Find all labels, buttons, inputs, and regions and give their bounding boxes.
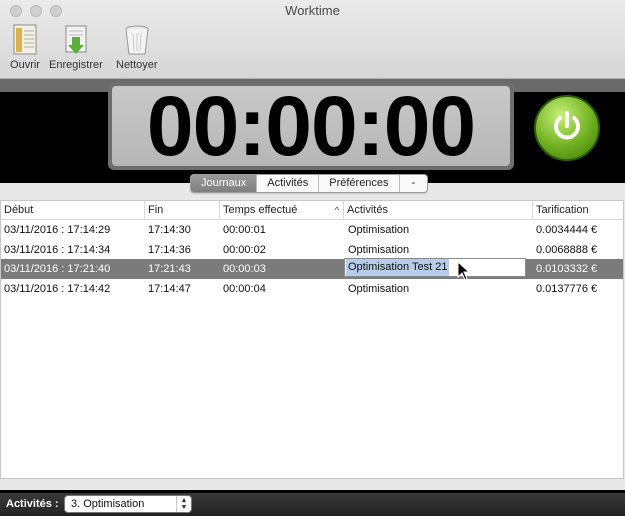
open-label: Ouvrir xyxy=(10,59,40,71)
power-icon xyxy=(549,108,585,149)
save-download-icon xyxy=(59,24,93,56)
cell-debut: 03/11/2016 : 17:14:42 xyxy=(4,283,111,295)
table-header: Début Fin Temps effectué ^ Activités Tar… xyxy=(1,201,623,220)
cell-activite: Optimisation xyxy=(348,224,410,236)
column-header-activites[interactable]: Activités xyxy=(343,201,532,219)
tab-preferences[interactable]: Préférences xyxy=(319,175,400,192)
cell-temps: 00:00:03 xyxy=(223,263,266,275)
sort-ascending-icon: ^ xyxy=(334,205,339,215)
cell-fin: 17:14:47 xyxy=(148,283,191,295)
cell-tarif: 0.0103332 € xyxy=(536,263,598,275)
table-row-selected[interactable]: 03/11/2016 : 17:21:40 17:21:43 00:00:03 … xyxy=(1,259,623,279)
activity-select-label: Activités : xyxy=(6,498,59,510)
activity-edit-text: Optimisation Test 21 xyxy=(346,259,450,276)
table-row[interactable]: 03/11/2016 : 17:14:42 17:14:47 00:00:04 … xyxy=(1,279,623,299)
cell-tarif: 0.0068888 € xyxy=(536,244,598,256)
tab-activites[interactable]: Activités xyxy=(257,175,320,192)
title-toolbar: Worktime Ouvrir Enregistrer Nettoyer xyxy=(0,0,625,79)
save-button[interactable]: Enregistrer xyxy=(49,24,103,71)
tab-more[interactable]: - xyxy=(400,175,428,192)
cell-activite: Optimisation xyxy=(348,283,410,295)
cell-activite: Optimisation xyxy=(348,244,410,256)
document-icon xyxy=(8,24,42,56)
cell-fin: 17:14:30 xyxy=(148,224,191,236)
window-title: Worktime xyxy=(285,3,340,18)
activity-select-value: 3. Optimisation xyxy=(71,498,145,510)
cell-tarif: 0.0034444 € xyxy=(536,224,598,236)
mouse-cursor-icon xyxy=(457,260,471,286)
select-stepper-icon: ▲ ▼ xyxy=(176,496,191,512)
cell-temps: 00:00:04 xyxy=(223,283,266,295)
column-header-tarification[interactable]: Tarification xyxy=(532,201,623,219)
bottom-bar: Activités : 3. Optimisation ▲ ▼ xyxy=(0,493,625,516)
cell-temps: 00:00:01 xyxy=(223,224,266,236)
column-header-temps-label: Temps effectué xyxy=(223,204,298,216)
cell-debut: 03/11/2016 : 17:21:40 xyxy=(4,263,111,275)
activity-select[interactable]: 3. Optimisation ▲ ▼ xyxy=(64,495,192,513)
clean-button[interactable]: Nettoyer xyxy=(116,24,158,71)
journal-table[interactable]: Début Fin Temps effectué ^ Activités Tar… xyxy=(0,200,624,479)
timer-display: 00:00:00 xyxy=(112,79,510,173)
trash-icon xyxy=(120,24,154,56)
table-row[interactable]: 03/11/2016 : 17:14:34 17:14:36 00:00:02 … xyxy=(1,240,623,260)
column-header-debut[interactable]: Début xyxy=(1,201,144,219)
tab-bar: Journaux Activités Préférences - xyxy=(190,174,429,193)
column-header-temps[interactable]: Temps effectué ^ xyxy=(219,201,343,219)
power-button[interactable] xyxy=(534,95,600,161)
column-header-fin[interactable]: Fin xyxy=(144,201,219,219)
tab-journaux[interactable]: Journaux xyxy=(191,175,258,192)
cell-fin: 17:14:36 xyxy=(148,244,191,256)
cell-temps: 00:00:02 xyxy=(223,244,266,256)
open-button[interactable]: Ouvrir xyxy=(8,24,42,71)
save-label: Enregistrer xyxy=(49,59,103,71)
clean-label: Nettoyer xyxy=(116,59,158,71)
cell-tarif: 0.0137776 € xyxy=(536,283,598,295)
cell-fin: 17:21:43 xyxy=(148,263,191,275)
cell-debut: 03/11/2016 : 17:14:34 xyxy=(4,244,111,256)
activity-edit-field[interactable]: Optimisation Test 21 xyxy=(344,258,526,277)
table-row[interactable]: 03/11/2016 : 17:14:29 17:14:30 00:00:01 … xyxy=(1,220,623,240)
cell-debut: 03/11/2016 : 17:14:29 xyxy=(4,224,111,236)
app-window: Worktime Ouvrir Enregistrer Nettoyer 00:… xyxy=(0,0,625,516)
